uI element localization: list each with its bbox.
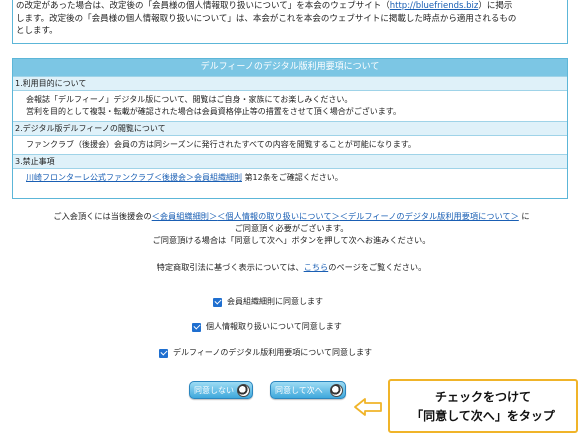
member-rules-link[interactable]: 川崎フロンターレ公式ファンクラブ＜後援会＞会員組織細則 <box>26 173 242 182</box>
agreement-line2: ご同意頂く必要がございます。 <box>234 223 349 233</box>
section-head-viewing: 2.デジタル版デルフィーノの閲覧について <box>13 121 567 136</box>
section-body-prohibited: 川崎フロンターレ公式ファンクラブ＜後援会＞会員組織細則 第12条をご確認ください… <box>13 169 567 187</box>
privacy-link[interactable]: ＜個人情報の取り扱いについて＞ <box>217 211 340 221</box>
section-head-purpose: 1.利用目的について <box>13 76 567 91</box>
section-head-prohibited: 3.禁止事項 <box>13 154 567 169</box>
top-notice-line1-b: ）に掲示 <box>478 1 513 11</box>
agree-next-button[interactable]: 同意して次へ <box>270 381 346 399</box>
purpose-line1: 会報誌「デルフィーノ」デジタル版について、閲覧はご自身・家族にてお楽しみください… <box>26 95 353 104</box>
checkbox-rules-label: 会員組織細則に同意します <box>227 297 323 306</box>
law-prefix: 特定商取引法に基づく表示については、 <box>156 262 304 272</box>
law-link[interactable]: こちら <box>304 262 329 272</box>
checkbox-row-digital[interactable]: デルフィーノのデジタル版利用要項について同意します <box>159 347 372 359</box>
checkbox-privacy-label: 個人情報取り扱いについて同意します <box>206 322 342 331</box>
agreement-suffix: に <box>518 211 530 221</box>
top-notice-line1-a: の改定があった場合は、改定後の「会員様の個人情報取り扱いについて」を本会のウェブ… <box>16 1 390 11</box>
top-notice-text: の改定があった場合は、改定後の「会員様の個人情報取り扱いについて」を本会のウェブ… <box>16 0 560 38</box>
disagree-button[interactable]: 同意しない <box>189 381 253 399</box>
instruction-callout: チェックをつけて 「同意して次へ」をタップ <box>388 379 578 433</box>
rules-link[interactable]: ＜会員組織細則＞ <box>152 211 218 221</box>
purpose-line2: 営利を目的として複製・転載が確認された場合は会員資格停止等の措置をさせて頂く場合… <box>26 107 401 116</box>
bluefriends-link[interactable]: http://bluefriends.biz <box>390 1 479 11</box>
disagree-label: 同意しない <box>194 386 234 395</box>
top-notice-line2: します。改定後の「会員様の個人情報取り扱いについて」は、本会がこれを本会のウェブ… <box>16 13 517 24</box>
prohibited-after: 第12条をご確認ください。 <box>242 173 343 182</box>
agreement-prefix: ご入会頂くには当後援会の <box>53 211 152 221</box>
agreement-line3: ご同意頂ける場合は「同意して次へ」ボタンを押して次へお進みください。 <box>152 235 431 245</box>
checkbox-rules[interactable] <box>213 297 222 307</box>
digital-terms-box: デルフィーノのデジタル版利用要項について 1.利用目的について 会報誌「デルフィ… <box>12 58 568 199</box>
law-suffix: のページをご覧ください。 <box>328 262 427 272</box>
checkbox-row-privacy[interactable]: 個人情報取り扱いについて同意します <box>192 321 342 333</box>
callout-line1: チェックをつけて <box>434 390 531 404</box>
arrow-left-icon <box>354 398 382 416</box>
checkbox-row-rules[interactable]: 会員組織細則に同意します <box>213 296 323 308</box>
terms-title: デルフィーノのデジタル版利用要項について <box>13 59 567 76</box>
viewing-line1: ファンクラブ（後援会）会員の方は同シーズンに発行されたすべての内容を閲覧すること… <box>26 140 416 149</box>
law-notice: 特定商取引法に基づく表示については、こちらのページをご覧ください。 <box>0 261 583 273</box>
section-body-viewing: ファンクラブ（後援会）会員の方は同シーズンに発行されたすべての内容を閲覧すること… <box>13 136 567 154</box>
checkbox-digital[interactable] <box>159 348 168 358</box>
checkbox-digital-label: デルフィーノのデジタル版利用要項について同意します <box>173 348 372 357</box>
callout-line2: 「同意して次へ」をタップ <box>411 409 555 423</box>
agreement-notice: ご入会頂くには当後援会の＜会員組織細則＞＜個人情報の取り扱いについて＞＜デルフィ… <box>0 210 583 246</box>
section-body-purpose: 会報誌「デルフィーノ」デジタル版について、閲覧はご自身・家族にてお楽しみください… <box>13 91 567 121</box>
agree-label: 同意して次へ <box>275 386 323 395</box>
digital-terms-link[interactable]: ＜デルフィーノのデジタル版利用要項について＞ <box>340 211 519 221</box>
checkbox-privacy[interactable] <box>192 322 201 332</box>
soccer-ball-icon <box>330 384 343 397</box>
soccer-ball-icon <box>237 384 250 397</box>
top-notice-line3: とします。 <box>16 26 58 36</box>
